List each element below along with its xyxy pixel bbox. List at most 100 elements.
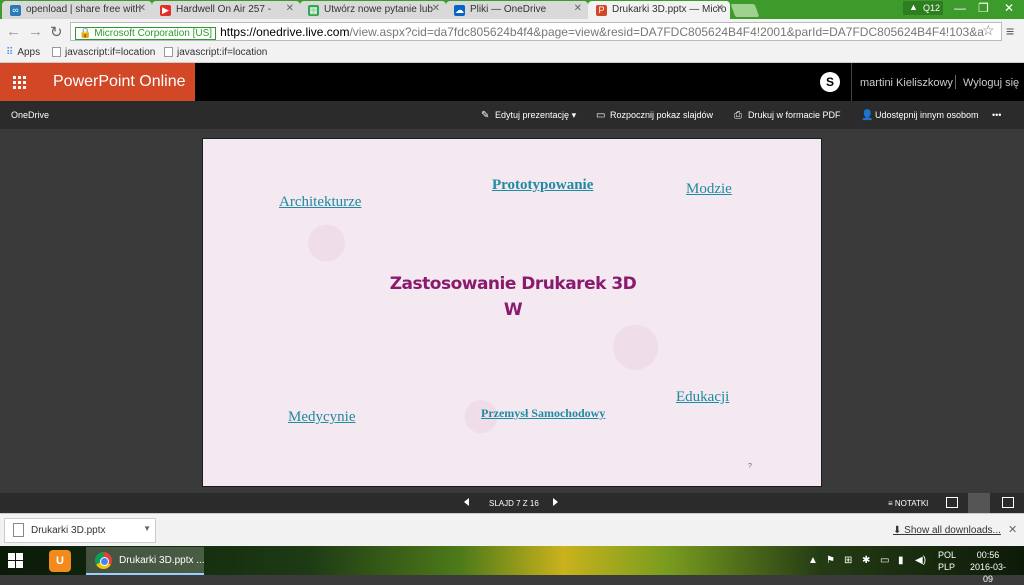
file-icon [13,523,24,537]
profile-badge[interactable]: ▲ Q12 [903,1,943,15]
print-label: Drukuj w formacie PDF [748,110,841,120]
close-icon[interactable]: ✕ [138,3,146,14]
onedrive-icon: ☁ [454,5,465,16]
link-prototyping[interactable]: Prototypowanie [492,177,593,194]
windows-start-icon[interactable] [8,553,24,569]
share-button[interactable]: 👤 Udostępnij innym osobom [861,110,979,121]
tab-label: Utwórz nowe pytanie lub [324,4,433,15]
bookmark-label: Apps [17,47,41,58]
tab-openload[interactable]: ∞ openload | share free with ✕ [2,1,152,19]
previous-slide-icon[interactable] [464,498,469,506]
slide-title-line2: W [503,300,523,320]
language-code: POL [938,550,957,560]
app-title[interactable]: PowerPoint Online [38,63,195,101]
bluetooth-icon[interactable]: ✱ [862,555,870,566]
logout-link[interactable]: Wyloguj się [963,77,1019,89]
print-pdf-button[interactable]: ⎙ Drukuj w formacie PDF [734,110,841,121]
address-bar[interactable]: 🔒 Microsoft Corporation [US] https://oned… [70,22,1002,41]
bookmark-label: javascript:if=location [177,47,268,58]
taskbar-chrome-window[interactable]: Drukarki 3D.pptx ... [86,547,205,575]
profile-label: Q12 [923,3,941,13]
downloads-shelf: Drukarki 3D.pptx ▼ ⬇ Show all downloads.… [0,513,1024,546]
notes-button[interactable]: ≡ NOTATKI [888,499,928,508]
system-clock[interactable]: 00:56 2016-03-09 [966,549,1010,585]
link-automotive[interactable]: Przemysł Samochodowy [481,406,605,421]
divider [955,75,956,89]
browser-menu-icon[interactable]: ≡ [1006,23,1014,39]
network-share-icon[interactable]: ⊞ [844,555,852,566]
link-architecture[interactable]: Architekturze [279,194,361,211]
skype-icon[interactable]: S [820,72,840,92]
add-person-icon: 👤 [861,110,874,121]
reload-icon[interactable]: ↻ [50,23,63,41]
bookmarks-bar: ⠿ Apps javascript:if=location javascript:… [0,44,1024,63]
more-options-button[interactable]: ••• [992,110,1001,120]
edit-presentation-button[interactable]: ✎ Edytuj prezentację ▾ [481,110,576,121]
browser-toolbar: ← → ↻ 🔒 Microsoft Corporation [US] https:… [0,19,1024,44]
secure-label: Microsoft Corporation [US] [94,28,213,39]
link-education[interactable]: Edukacji [676,389,729,406]
secure-badge[interactable]: 🔒 Microsoft Corporation [US] [75,27,217,40]
apps-grid-icon: ⠿ [6,47,14,58]
show-all-downloads-link[interactable]: ⬇ Show all downloads... [893,525,1001,536]
link-medicine[interactable]: Medycynie [288,409,355,426]
window-close-icon[interactable]: ✕ [1004,1,1014,15]
show-hidden-icons-icon[interactable]: ▲ [808,555,818,566]
page-icon [52,47,61,57]
slideshow-view-icon[interactable] [1002,497,1014,508]
back-icon[interactable]: ← [6,23,21,40]
page-icon [164,47,173,57]
url-path: /view.aspx?cid=da7fdc805624b4f4&page=vie… [349,25,984,39]
maximize-icon[interactable]: ❐ [978,1,989,15]
close-icon[interactable]: ✕ [716,3,724,14]
projector-icon: ▭ [596,110,606,121]
flag-icon[interactable]: ⚑ [826,555,835,566]
warning-icon: ▲ [909,2,918,12]
slideshow-label: Rozpocznij pokaz slajdów [610,110,714,120]
close-icon[interactable]: ✕ [432,3,440,14]
volume-icon[interactable]: ◀) [915,555,926,566]
tab-youtube[interactable]: ▶ Hardwell On Air 257 - ✕ [152,1,300,19]
close-icon[interactable]: ✕ [286,3,294,14]
powerpoint-icon: P [596,5,607,16]
chevron-down-icon[interactable]: ▼ [143,524,151,533]
taskbar: U Drukarki 3D.pptx ... ▲ ⚑ ⊞ ✱ ▭ ▮ ◀) PO… [0,546,1024,584]
breadcrumb-onedrive[interactable]: OneDrive [11,110,49,120]
tab-windows-store[interactable]: ▦ Utwórz nowe pytanie lub ✕ [300,1,446,19]
start-slideshow-button[interactable]: ▭ Rozpocznij pokaz slajdów [596,110,713,121]
signal-icon[interactable]: ▮ [898,555,904,566]
close-icon[interactable]: ✕ [1008,523,1017,536]
command-bar: OneDrive ✎ Edytuj prezentację ▾ ▭ Rozpoczn… [0,101,1024,129]
normal-view-icon[interactable] [946,497,958,508]
minimize-icon[interactable]: — [954,1,966,15]
tab-label: Pliki — OneDrive [470,4,547,15]
slide-mark: ? [748,463,752,470]
bookmark-item[interactable]: javascript:if=location [52,47,155,58]
slide: Architekturze Prototypowanie Modzie Zast… [202,138,822,487]
clock-date: 2016-03-09 [969,562,1007,584]
bookmark-item[interactable]: javascript:if=location [164,47,267,58]
tab-onedrive[interactable]: ☁ Pliki — OneDrive ✕ [446,1,588,19]
battery-icon[interactable]: ▭ [880,555,889,566]
viewer-status-bar: SLAJD 7 Z 16 ≡ NOTATKI [0,493,1024,513]
office-header: PowerPoint Online S martini Kieliszkowy … [0,63,1024,101]
tab-label: Drukarki 3D.pptx — Micro [612,4,727,15]
close-icon[interactable]: ✕ [574,3,582,14]
next-slide-icon[interactable] [553,498,558,506]
reading-view-icon[interactable] [968,493,990,513]
new-tab-button[interactable] [730,4,760,17]
download-item[interactable]: Drukarki 3D.pptx ▼ [4,518,156,543]
bookmark-apps[interactable]: ⠿ Apps [6,47,40,58]
bookmark-star-icon[interactable]: ☆ [982,22,995,39]
app-launcher-icon[interactable] [0,63,38,101]
input-language[interactable]: POL PLP [938,549,956,573]
notes-icon: ≡ [888,499,893,508]
tab-powerpoint[interactable]: P Drukarki 3D.pptx — Micro ✕ [588,1,730,19]
user-name[interactable]: martini Kieliszkowy [860,77,953,89]
uc-browser-icon[interactable]: U [49,550,71,572]
forward-icon[interactable]: → [28,23,43,40]
link-fashion[interactable]: Modzie [686,181,732,198]
windows-store-icon: ▦ [308,5,319,16]
slide-counter: SLAJD 7 Z 16 [489,499,539,508]
bookmark-label: javascript:if=location [65,47,156,58]
